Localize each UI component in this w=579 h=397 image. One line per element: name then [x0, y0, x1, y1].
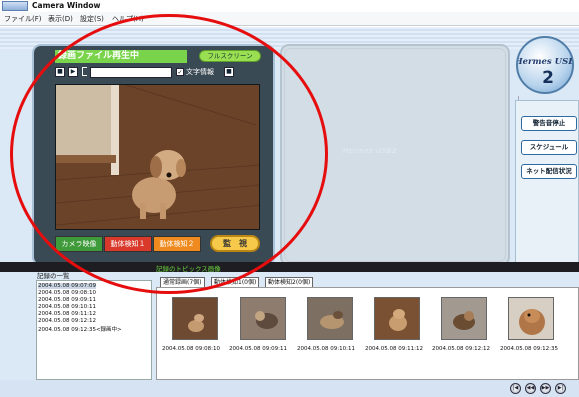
thumbnail-caption: 2004.05.08 09:11:12: [365, 346, 423, 352]
logo-line2: 2: [542, 68, 554, 88]
log-row[interactable]: 2004.05.08 09:09:11: [38, 297, 96, 303]
annotation-circle: [10, 14, 328, 294]
log-row[interactable]: 2004.05.08 09:10:11: [38, 304, 96, 310]
thumbnail[interactable]: [441, 297, 487, 340]
window-title: Camera Window: [32, 1, 101, 10]
thumbnail-caption: 2004.05.08 09:12:35: [500, 346, 558, 352]
center-logo-watermark: Hermes USB2: [343, 147, 397, 155]
thumbnail-caption: 2004.05.08 09:12:12: [432, 346, 490, 352]
menu-bar: ファイル(F) 表示(D) 設定(S) ヘルプ(H): [0, 12, 579, 26]
schedule-button[interactable]: スケジュール: [521, 140, 577, 155]
title-bar: Camera Window: [0, 0, 579, 12]
thumbnail-caption: 2004.05.08 09:10:11: [297, 346, 355, 352]
thumbnail[interactable]: [307, 297, 353, 340]
status-bar: [0, 380, 579, 397]
logo-graphic: Hermes USB 2: [514, 57, 576, 88]
thumbnail[interactable]: [374, 297, 420, 340]
menu-file[interactable]: ファイル(F): [4, 14, 42, 24]
menu-settings[interactable]: 設定(S): [80, 14, 104, 24]
hermes-usb2-logo: Hermes USB 2: [514, 36, 576, 94]
menu-view[interactable]: 表示(D): [48, 14, 73, 24]
log-list-label: 記録の一覧: [37, 272, 70, 280]
net-distribution-status-button[interactable]: ネット配信状況: [521, 164, 577, 179]
last-page-icon[interactable]: ▶|: [555, 383, 566, 394]
thumbnail-caption: 2004.05.08 09:09:11: [229, 346, 287, 352]
log-row[interactable]: 2004.05.08 09:08:10: [38, 290, 96, 296]
rewind-icon[interactable]: ◀◀: [525, 383, 536, 394]
log-row[interactable]: 2004.05.08 09:12:12: [38, 318, 96, 324]
fast-forward-icon[interactable]: ▶▶: [540, 383, 551, 394]
tab-motion-detect-2[interactable]: 動体検知2(0個): [265, 277, 314, 287]
thumbnail[interactable]: [172, 297, 218, 340]
log-row[interactable]: 2004.05.08 09:07:09: [38, 283, 96, 289]
thumbnail[interactable]: [240, 297, 286, 340]
thumbnail[interactable]: [508, 297, 554, 340]
first-page-icon[interactable]: |◀: [510, 383, 521, 394]
app-icon: [2, 1, 28, 11]
logo-line1: Hermes USB: [518, 57, 572, 67]
log-row[interactable]: 2004.05.08 09:12:35<録画中>: [38, 325, 122, 333]
thumbnail-caption: 2004.05.08 09:08:10: [162, 346, 220, 352]
log-row[interactable]: 2004.05.08 09:11:12: [38, 311, 96, 317]
stop-alarm-button[interactable]: 警告音停止: [521, 116, 577, 131]
